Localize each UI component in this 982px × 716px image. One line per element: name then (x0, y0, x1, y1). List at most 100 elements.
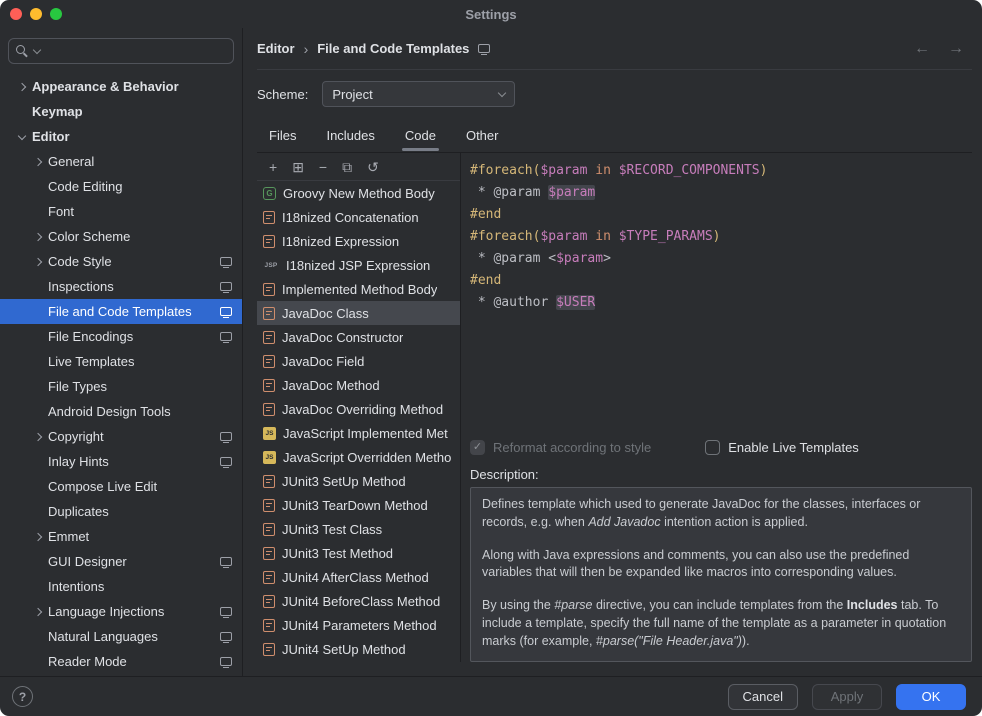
settings-sidebar: Appearance & BehaviorKeymapEditorGeneral… (0, 28, 243, 676)
tab-includes[interactable]: Includes (314, 118, 386, 152)
template-item-junit3-test-method[interactable]: JUnit3 Test Method (257, 541, 460, 565)
sidebar-item-color-scheme[interactable]: Color Scheme (0, 224, 242, 249)
template-item-javadoc-method[interactable]: JavaDoc Method (257, 373, 460, 397)
chevron-right-icon[interactable] (14, 79, 30, 95)
settings-search-input[interactable] (45, 44, 226, 59)
jsp-template-icon: JSP (263, 259, 279, 272)
chevron-right-icon[interactable] (30, 529, 46, 545)
sidebar-item-intentions[interactable]: Intentions (0, 574, 242, 599)
template-editor[interactable]: #foreach($param in $RECORD_COMPONENTS) *… (470, 153, 972, 431)
sidebar-item-label: Font (48, 204, 74, 219)
chevron-right-icon[interactable] (30, 604, 46, 620)
sidebar-item-font[interactable]: Font (0, 199, 242, 224)
minimize-button[interactable] (30, 8, 42, 20)
template-item-junit4-beforeclass-method[interactable]: JUnit4 BeforeClass Method (257, 589, 460, 613)
tab-other[interactable]: Other (454, 118, 511, 152)
template-item-label: JUnit4 AfterClass Method (282, 570, 429, 585)
cancel-button[interactable]: Cancel (728, 684, 798, 710)
template-list-pane: + ⊞ − ⧉ ↺ GGroovy New Method BodyI18nized Co… (257, 153, 461, 662)
sidebar-item-copyright[interactable]: Copyright (0, 424, 242, 449)
template-item-javadoc-constructor[interactable]: JavaDoc Constructor (257, 325, 460, 349)
template-item-i18nized-jsp-expression[interactable]: JSPI18nized JSP Expression (257, 253, 460, 277)
template-editor-pane: #foreach($param in $RECORD_COMPONENTS) *… (461, 153, 972, 662)
template-item-junit3-test-class[interactable]: JUnit3 Test Class (257, 517, 460, 541)
template-template-icon (263, 379, 275, 392)
sidebar-item-reader-mode[interactable]: Reader Mode (0, 649, 242, 674)
chevron-right-icon[interactable] (30, 154, 46, 170)
sidebar-item-compose-live-edit[interactable]: Compose Live Edit (0, 474, 242, 499)
template-item-i18nized-expression[interactable]: I18nized Expression (257, 229, 460, 253)
zoom-button[interactable] (50, 8, 62, 20)
template-item-i18nized-concatenation[interactable]: I18nized Concatenation (257, 205, 460, 229)
chevron-spacer (30, 329, 46, 345)
sidebar-item-language-injections[interactable]: Language Injections (0, 599, 242, 624)
tab-files[interactable]: Files (257, 118, 308, 152)
chevron-right-icon[interactable] (30, 429, 46, 445)
template-item-javadoc-field[interactable]: JavaDoc Field (257, 349, 460, 373)
apply-button[interactable]: Apply (812, 684, 882, 710)
sidebar-item-general[interactable]: General (0, 149, 242, 174)
sidebar-item-appearance-behavior[interactable]: Appearance & Behavior (0, 74, 242, 99)
description-paragraph: By using the #parse directive, you can i… (482, 597, 960, 650)
breadcrumb-file-and-code-templates: File and Code Templates (317, 41, 469, 56)
chevron-down-icon[interactable] (14, 129, 30, 145)
sidebar-item-code-editing[interactable]: Code Editing (0, 174, 242, 199)
add-template-icon[interactable]: + (269, 160, 277, 174)
sidebar-item-duplicates[interactable]: Duplicates (0, 499, 242, 524)
description-box[interactable]: Defines template which used to generate … (470, 487, 972, 662)
template-item-javascript-overridden-metho[interactable]: JSJavaScript Overridden Metho (257, 445, 460, 469)
settings-window: Settings Appearance & BehaviorKeymapEdit… (0, 0, 982, 716)
remove-template-icon[interactable]: − (319, 160, 327, 174)
sidebar-item-android-design-tools[interactable]: Android Design Tools (0, 399, 242, 424)
template-item-groovy-new-method-body[interactable]: GGroovy New Method Body (257, 181, 460, 205)
template-item-label: JUnit4 SetUp Method (282, 642, 406, 657)
close-button[interactable] (10, 8, 22, 20)
sidebar-item-gui-designer[interactable]: GUI Designer (0, 549, 242, 574)
code-line: * @author $USER (470, 292, 972, 314)
sidebar-item-inlay-hints[interactable]: Inlay Hints (0, 449, 242, 474)
scheme-select[interactable]: Project (322, 81, 515, 107)
template-item-javadoc-class[interactable]: JavaDoc Class (257, 301, 460, 325)
sidebar-item-live-templates[interactable]: Live Templates (0, 349, 242, 374)
template-item-junit4-setup-method[interactable]: JUnit4 SetUp Method (257, 637, 460, 661)
template-item-junit4-parameters-method[interactable]: JUnit4 Parameters Method (257, 613, 460, 637)
template-item-junit3-teardown-method[interactable]: JUnit3 TearDown Method (257, 493, 460, 517)
sidebar-item-natural-languages[interactable]: Natural Languages (0, 624, 242, 649)
template-item-javascript-implemented-met[interactable]: JSJavaScript Implemented Met (257, 421, 460, 445)
forward-button[interactable]: → (948, 40, 964, 58)
sidebar-item-inspections[interactable]: Inspections (0, 274, 242, 299)
sidebar-item-keymap[interactable]: Keymap (0, 99, 242, 124)
ok-button[interactable]: OK (896, 684, 966, 710)
sidebar-item-file-types[interactable]: File Types (0, 374, 242, 399)
template-item-junit3-setup-method[interactable]: JUnit3 SetUp Method (257, 469, 460, 493)
back-button[interactable]: ← (914, 40, 930, 58)
template-item-label: JavaScript Overridden Metho (283, 450, 451, 465)
live-templates-checkbox[interactable] (705, 440, 720, 455)
sidebar-item-file-and-code-templates[interactable]: File and Code Templates (0, 299, 242, 324)
sidebar-item-code-style[interactable]: Code Style (0, 249, 242, 274)
search-icon[interactable] (16, 45, 29, 58)
chevron-down-icon[interactable] (33, 45, 41, 53)
template-item-junit4-afterclass-method[interactable]: JUnit4 AfterClass Method (257, 565, 460, 589)
sidebar-item-editor[interactable]: Editor (0, 124, 242, 149)
create-child-template-icon[interactable]: ⊞ (292, 160, 304, 174)
copy-template-icon[interactable]: ⧉ (342, 160, 352, 174)
chevron-spacer (30, 554, 46, 570)
tab-code[interactable]: Code (393, 118, 448, 152)
sidebar-item-emmet[interactable]: Emmet (0, 524, 242, 549)
template-item-javadoc-overriding-method[interactable]: JavaDoc Overriding Method (257, 397, 460, 421)
chevron-right-icon[interactable] (30, 254, 46, 270)
sidebar-item-file-encodings[interactable]: File Encodings (0, 324, 242, 349)
reformat-checkbox[interactable]: ✓ (470, 440, 485, 455)
settings-search-field[interactable] (8, 38, 234, 64)
chevron-down-icon (498, 88, 506, 96)
chevron-right-icon[interactable] (30, 229, 46, 245)
template-template-icon (263, 331, 275, 344)
template-template-icon (263, 499, 275, 512)
template-item-implemented-method-body[interactable]: Implemented Method Body (257, 277, 460, 301)
template-item-label: JavaDoc Field (282, 354, 364, 369)
reset-template-icon[interactable]: ↺ (367, 160, 379, 174)
help-button[interactable]: ? (12, 686, 33, 707)
breadcrumb-editor[interactable]: Editor (257, 41, 295, 56)
scheme-row: Scheme: Project (257, 70, 972, 118)
